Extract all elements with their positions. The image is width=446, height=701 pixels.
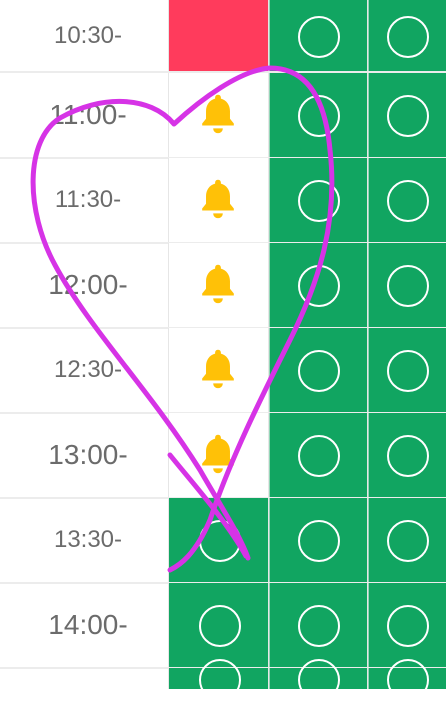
time-label-cell: 14:00- bbox=[0, 583, 169, 667]
slot-available[interactable] bbox=[269, 158, 368, 242]
time-label: 10:30- bbox=[53, 21, 123, 49]
circle-icon bbox=[387, 658, 429, 701]
slot-available[interactable] bbox=[368, 243, 446, 327]
time-label-cell: 13:30- bbox=[0, 498, 169, 582]
time-label-cell: 12:00- bbox=[0, 243, 169, 327]
bell-icon bbox=[201, 349, 234, 389]
circle-icon bbox=[387, 95, 429, 137]
slot-available[interactable] bbox=[169, 498, 269, 582]
slot-available[interactable] bbox=[269, 658, 368, 701]
time-slot-row bbox=[0, 658, 446, 701]
slot-available[interactable] bbox=[269, 498, 368, 582]
bell-icon bbox=[201, 264, 234, 304]
time-label: 12:30- bbox=[53, 356, 123, 383]
time-slot-row: 12:30- bbox=[0, 328, 446, 412]
circle-icon bbox=[298, 605, 340, 647]
time-slot-row: 11:30- bbox=[0, 158, 446, 242]
slot-available[interactable] bbox=[169, 658, 269, 701]
slot-notify[interactable] bbox=[169, 413, 269, 497]
slot-available[interactable] bbox=[269, 0, 368, 71]
time-slot-row: 14:00- bbox=[0, 583, 446, 667]
time-label-cell: 13:00- bbox=[0, 413, 169, 497]
time-slot-row: 13:30- bbox=[0, 498, 446, 582]
circle-icon bbox=[387, 435, 429, 477]
circle-icon bbox=[387, 265, 429, 307]
bell-icon bbox=[201, 179, 234, 219]
slot-notify[interactable] bbox=[169, 243, 269, 327]
circle-icon bbox=[298, 520, 340, 562]
slot-available[interactable] bbox=[368, 73, 446, 157]
circle-icon bbox=[298, 658, 340, 701]
circle-icon bbox=[198, 520, 241, 562]
time-label-cell: 11:30- bbox=[0, 158, 169, 242]
time-slot-row: 13:00- bbox=[0, 413, 446, 497]
slot-available[interactable] bbox=[169, 583, 269, 667]
time-label: 13:00- bbox=[48, 439, 128, 470]
bell-icon bbox=[201, 434, 234, 474]
slot-available[interactable] bbox=[269, 413, 368, 497]
slot-available[interactable] bbox=[368, 583, 446, 667]
time-label-cell: 10:30- bbox=[0, 0, 169, 71]
slot-available[interactable] bbox=[368, 0, 446, 71]
slot-available[interactable] bbox=[269, 243, 368, 327]
time-label-cell bbox=[0, 668, 169, 689]
slot-available[interactable] bbox=[368, 158, 446, 242]
circle-icon bbox=[298, 180, 340, 222]
slot-available[interactable] bbox=[368, 328, 446, 412]
time-label: 14:00- bbox=[48, 609, 128, 640]
schedule-grid: 10:30- 11:00- 11:30- 12:00- 12:30- 13:00- 13:3… bbox=[0, 0, 446, 701]
circle-icon bbox=[387, 180, 429, 222]
time-label: 13:30- bbox=[53, 526, 123, 553]
time-label-cell: 12:30- bbox=[0, 328, 169, 412]
slot-available[interactable] bbox=[269, 328, 368, 412]
time-label: 12:00- bbox=[48, 269, 128, 300]
time-slot-row: 12:00- bbox=[0, 243, 446, 327]
circle-icon bbox=[387, 350, 429, 392]
time-label-cell: 11:00- bbox=[0, 73, 169, 157]
slot-available[interactable] bbox=[269, 583, 368, 667]
slot-notify[interactable] bbox=[169, 328, 269, 412]
circle-icon bbox=[298, 435, 340, 477]
circle-icon bbox=[298, 350, 340, 392]
circle-icon bbox=[198, 605, 241, 647]
time-slot-row: 10:30- bbox=[0, 0, 446, 71]
time-label: 11:30- bbox=[54, 186, 122, 213]
slot-available[interactable] bbox=[368, 498, 446, 582]
slot-notify[interactable] bbox=[169, 158, 269, 242]
circle-icon bbox=[298, 15, 340, 58]
time-slot-row: 11:00- bbox=[0, 73, 446, 157]
circle-icon bbox=[387, 605, 429, 647]
circle-icon bbox=[298, 265, 340, 307]
slot-available[interactable] bbox=[368, 413, 446, 497]
circle-icon bbox=[198, 658, 241, 701]
slot-notify[interactable] bbox=[169, 73, 269, 157]
slot-available[interactable] bbox=[269, 73, 368, 157]
circle-icon bbox=[387, 520, 429, 562]
bell-icon bbox=[201, 94, 234, 134]
time-label: 11:00- bbox=[49, 99, 127, 130]
circle-icon bbox=[298, 95, 340, 137]
slot-booked[interactable] bbox=[169, 0, 269, 71]
slot-available[interactable] bbox=[368, 658, 446, 701]
circle-icon bbox=[387, 15, 429, 58]
